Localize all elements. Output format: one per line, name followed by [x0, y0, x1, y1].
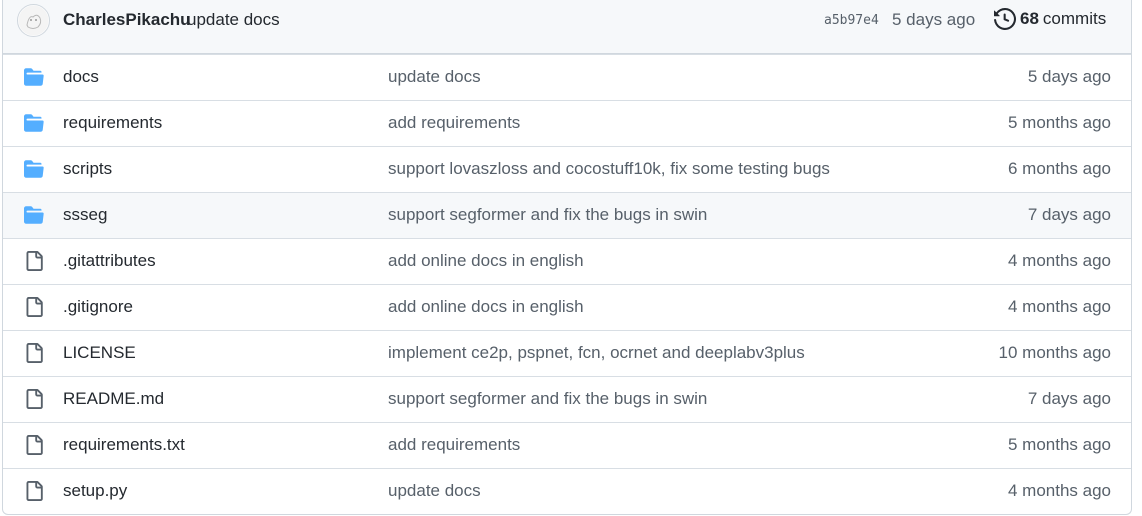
- commit-age: 7 days ago: [1027, 389, 1111, 408]
- file-name-link[interactable]: requirements: [63, 113, 162, 133]
- commit-message-link[interactable]: support segformer and fix the bugs in sw…: [388, 389, 707, 409]
- file-row[interactable]: requirements add requirements 5 months ago: [3, 100, 1131, 146]
- commit-message-link[interactable]: add online docs in english: [388, 251, 584, 271]
- avatar[interactable]: [17, 4, 50, 37]
- file-row[interactable]: .gitignore add online docs in english 4 mo…: [3, 284, 1131, 330]
- commits-label: commits: [1042, 9, 1107, 28]
- folder-icon: [23, 205, 45, 225]
- file-name-link[interactable]: docs: [63, 67, 99, 87]
- file-name-link[interactable]: README.md: [63, 389, 164, 409]
- file-row[interactable]: setup.py update docs 4 months ago: [3, 468, 1131, 514]
- commit-message-link[interactable]: add requirements: [388, 435, 520, 455]
- commit-age: 4 months ago: [1007, 481, 1111, 500]
- commit-message-link[interactable]: add requirements: [388, 113, 520, 133]
- history-icon: [994, 7, 1017, 31]
- file-name-link[interactable]: .gitignore: [63, 297, 133, 317]
- file-icon: [23, 343, 45, 363]
- file-row[interactable]: LICENSE implement ce2p, pspnet, fcn, ocrn…: [3, 330, 1131, 376]
- file-row[interactable]: README.md support segformer and fix the b…: [3, 376, 1131, 422]
- commit-message-link[interactable]: implement ce2p, pspnet, fcn, ocrnet and …: [388, 343, 805, 363]
- commit-count: 68: [1020, 9, 1039, 28]
- latest-commit-bar: CharlesPikachu update docs a5b97e4 5 day…: [3, 0, 1131, 54]
- commit-author-link[interactable]: CharlesPikachu: [63, 10, 191, 30]
- file-name-link[interactable]: setup.py: [63, 481, 127, 501]
- commit-message-link[interactable]: update docs: [388, 67, 481, 87]
- commit-age: 6 months ago: [1007, 159, 1111, 178]
- commit-age: 5 months ago: [1007, 113, 1111, 132]
- commit-sha-link[interactable]: a5b97e4: [824, 13, 879, 28]
- file-icon: [23, 481, 45, 501]
- file-name-link[interactable]: scripts: [63, 159, 112, 179]
- file-row[interactable]: scripts support lovaszloss and cocostuff1…: [3, 146, 1131, 192]
- file-icon: [23, 435, 45, 455]
- file-name-link[interactable]: LICENSE: [63, 343, 136, 363]
- commit-message-link[interactable]: support segformer and fix the bugs in sw…: [388, 205, 707, 225]
- commits-history-link[interactable]: 68 commits: [994, 7, 1107, 31]
- file-browser: CharlesPikachu update docs a5b97e4 5 day…: [2, 0, 1132, 515]
- file-icon: [23, 389, 45, 409]
- commit-age: 4 months ago: [1007, 297, 1111, 316]
- commit-age: 7 days ago: [1027, 205, 1111, 224]
- file-row[interactable]: requirements.txt add requirements 5 months…: [3, 422, 1131, 468]
- commit-message-link[interactable]: support lovaszloss and cocostuff10k, fix…: [388, 159, 830, 179]
- file-row[interactable]: docs update docs 5 days ago: [3, 54, 1131, 100]
- commit-message-link[interactable]: update docs: [187, 10, 280, 30]
- file-row[interactable]: ssseg support segformer and fix the bugs …: [3, 192, 1131, 238]
- file-row[interactable]: .gitattributes add online docs in english…: [3, 238, 1131, 284]
- commit-age: 4 months ago: [1007, 251, 1111, 270]
- file-name-link[interactable]: .gitattributes: [63, 251, 156, 271]
- commit-age: 5 months ago: [1007, 435, 1111, 454]
- commit-age: 5 days ago: [1027, 67, 1111, 86]
- folder-icon: [23, 113, 45, 133]
- file-name-link[interactable]: requirements.txt: [63, 435, 185, 455]
- commit-age: 10 months ago: [998, 343, 1111, 362]
- folder-icon: [23, 67, 45, 87]
- folder-icon: [23, 159, 45, 179]
- commit-time: 5 days ago: [892, 10, 976, 29]
- commit-message-link[interactable]: add online docs in english: [388, 297, 584, 317]
- file-icon: [23, 251, 45, 271]
- commit-message-link[interactable]: update docs: [388, 481, 481, 501]
- file-icon: [23, 297, 45, 317]
- file-name-link[interactable]: ssseg: [63, 205, 107, 225]
